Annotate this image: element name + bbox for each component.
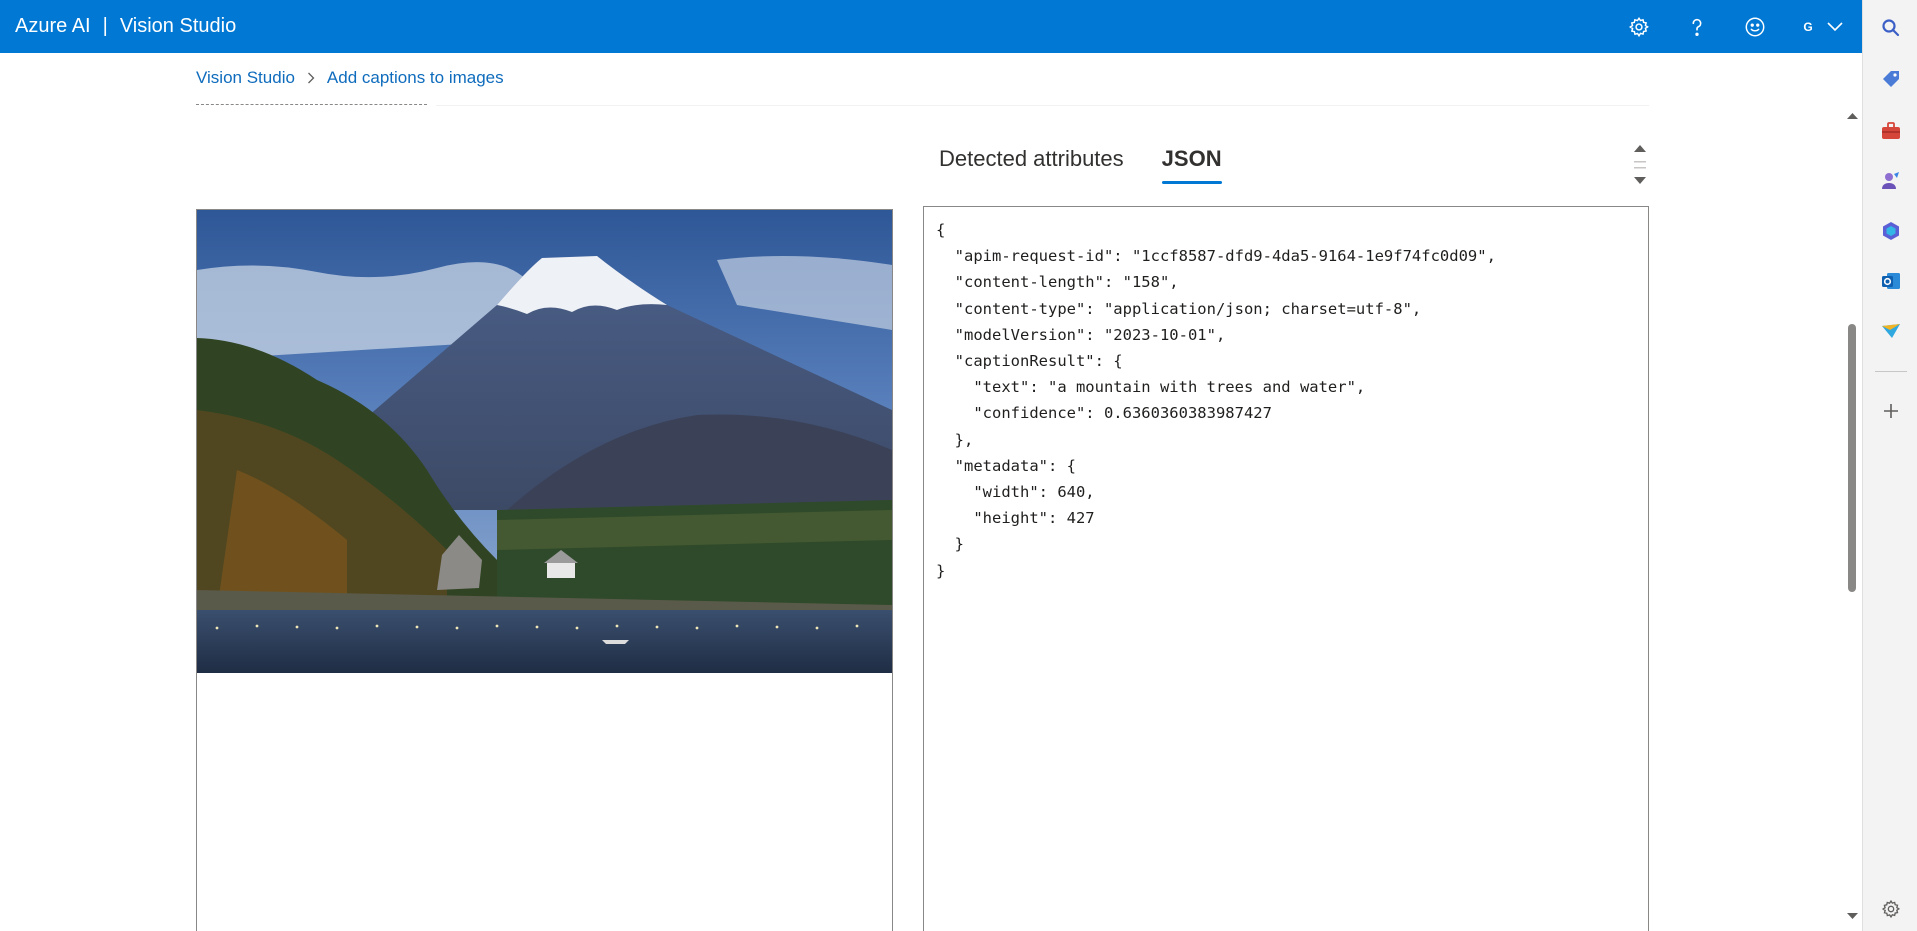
gear-icon xyxy=(1628,16,1649,37)
brand-name: Azure AI xyxy=(15,15,91,37)
sidebar-settings-button[interactable] xyxy=(1863,889,1917,929)
json-line: "height": 427 xyxy=(936,509,1095,528)
json-line: "metadata": { xyxy=(936,456,1076,475)
chevron-down-icon xyxy=(1827,21,1843,31)
scroll-up-arrow-icon[interactable] xyxy=(1843,110,1862,122)
json-line: "content-length": "158", xyxy=(936,273,1179,292)
copilot-icon xyxy=(1882,222,1899,240)
json-line: } xyxy=(936,561,946,580)
uploaded-image xyxy=(197,210,892,673)
json-line: "captionResult": { xyxy=(936,352,1123,371)
section-divider xyxy=(436,105,1649,106)
chevron-right-icon xyxy=(307,72,315,84)
smiley-icon xyxy=(1745,17,1765,36)
app-title[interactable]: Azure AI | Vision Studio xyxy=(15,0,236,53)
people-icon xyxy=(1881,172,1899,189)
brand-separator: | xyxy=(102,15,108,37)
sidebar-add-button[interactable] xyxy=(1863,391,1917,431)
json-line: }, xyxy=(936,430,974,449)
json-line: } xyxy=(936,535,964,554)
user-initial: G xyxy=(1803,19,1813,34)
image-preview-panel xyxy=(196,209,893,931)
browser-sidebar xyxy=(1862,0,1917,931)
tab-scroll-control[interactable] xyxy=(1630,140,1650,190)
product-name: Vision Studio xyxy=(119,15,237,37)
sidebar-people-button[interactable] xyxy=(1863,161,1917,201)
tab-detected-attributes[interactable]: Detected attributes xyxy=(939,146,1124,184)
help-icon xyxy=(1692,18,1702,36)
json-output-panel[interactable]: { "apim-request-id": "1ccf8587-dfd9-4da5… xyxy=(923,206,1649,931)
sidebar-outlook-button[interactable] xyxy=(1863,261,1917,301)
account-menu-button[interactable]: G xyxy=(1784,0,1862,53)
json-line: "text": "a mountain with trees and water… xyxy=(936,378,1366,397)
json-line: "content-type": "application/json; chars… xyxy=(936,299,1422,318)
top-bar: Azure AI | Vision Studio G xyxy=(0,0,1862,53)
breadcrumb-root-link[interactable]: Vision Studio xyxy=(196,68,295,88)
json-line: "width": 640, xyxy=(936,483,1095,502)
sidebar-send-button[interactable] xyxy=(1863,311,1917,351)
upload-area-edge xyxy=(196,104,427,106)
json-line: { xyxy=(936,221,946,239)
settings-button[interactable] xyxy=(1610,0,1668,53)
sidebar-divider xyxy=(1875,371,1907,372)
breadcrumb: Vision Studio Add captions to images xyxy=(196,66,504,90)
help-button[interactable] xyxy=(1668,0,1726,53)
tab-json[interactable]: JSON xyxy=(1161,146,1222,184)
result-tabs: Detected attributes JSON xyxy=(939,146,1222,184)
json-line: "confidence": 0.6360360383987427 xyxy=(936,404,1272,423)
send-icon xyxy=(1881,324,1900,338)
plus-icon xyxy=(1883,404,1898,418)
feedback-button[interactable] xyxy=(1726,0,1784,53)
tag-icon xyxy=(1882,71,1899,87)
top-bar-actions: G xyxy=(1610,0,1862,53)
sidebar-copilot-button[interactable] xyxy=(1863,211,1917,251)
briefcase-icon xyxy=(1881,122,1900,139)
page-scrollbar[interactable] xyxy=(1843,106,1862,931)
outlook-icon xyxy=(1881,273,1900,289)
sidebar-search-button[interactable] xyxy=(1863,8,1917,48)
json-line: "modelVersion": "2023-10-01", xyxy=(936,325,1226,344)
breadcrumb-current-link[interactable]: Add captions to images xyxy=(327,68,504,88)
scrollbar-thumb[interactable] xyxy=(1848,324,1856,592)
json-line: "apim-request-id": "1ccf8587-dfd9-4da5-9… xyxy=(936,247,1496,266)
settings-icon xyxy=(1881,899,1900,919)
scroll-down-arrow-icon[interactable] xyxy=(1843,910,1862,922)
sidebar-tools-button[interactable] xyxy=(1863,111,1917,151)
search-icon xyxy=(1881,19,1899,37)
sidebar-shopping-button[interactable] xyxy=(1863,59,1917,99)
